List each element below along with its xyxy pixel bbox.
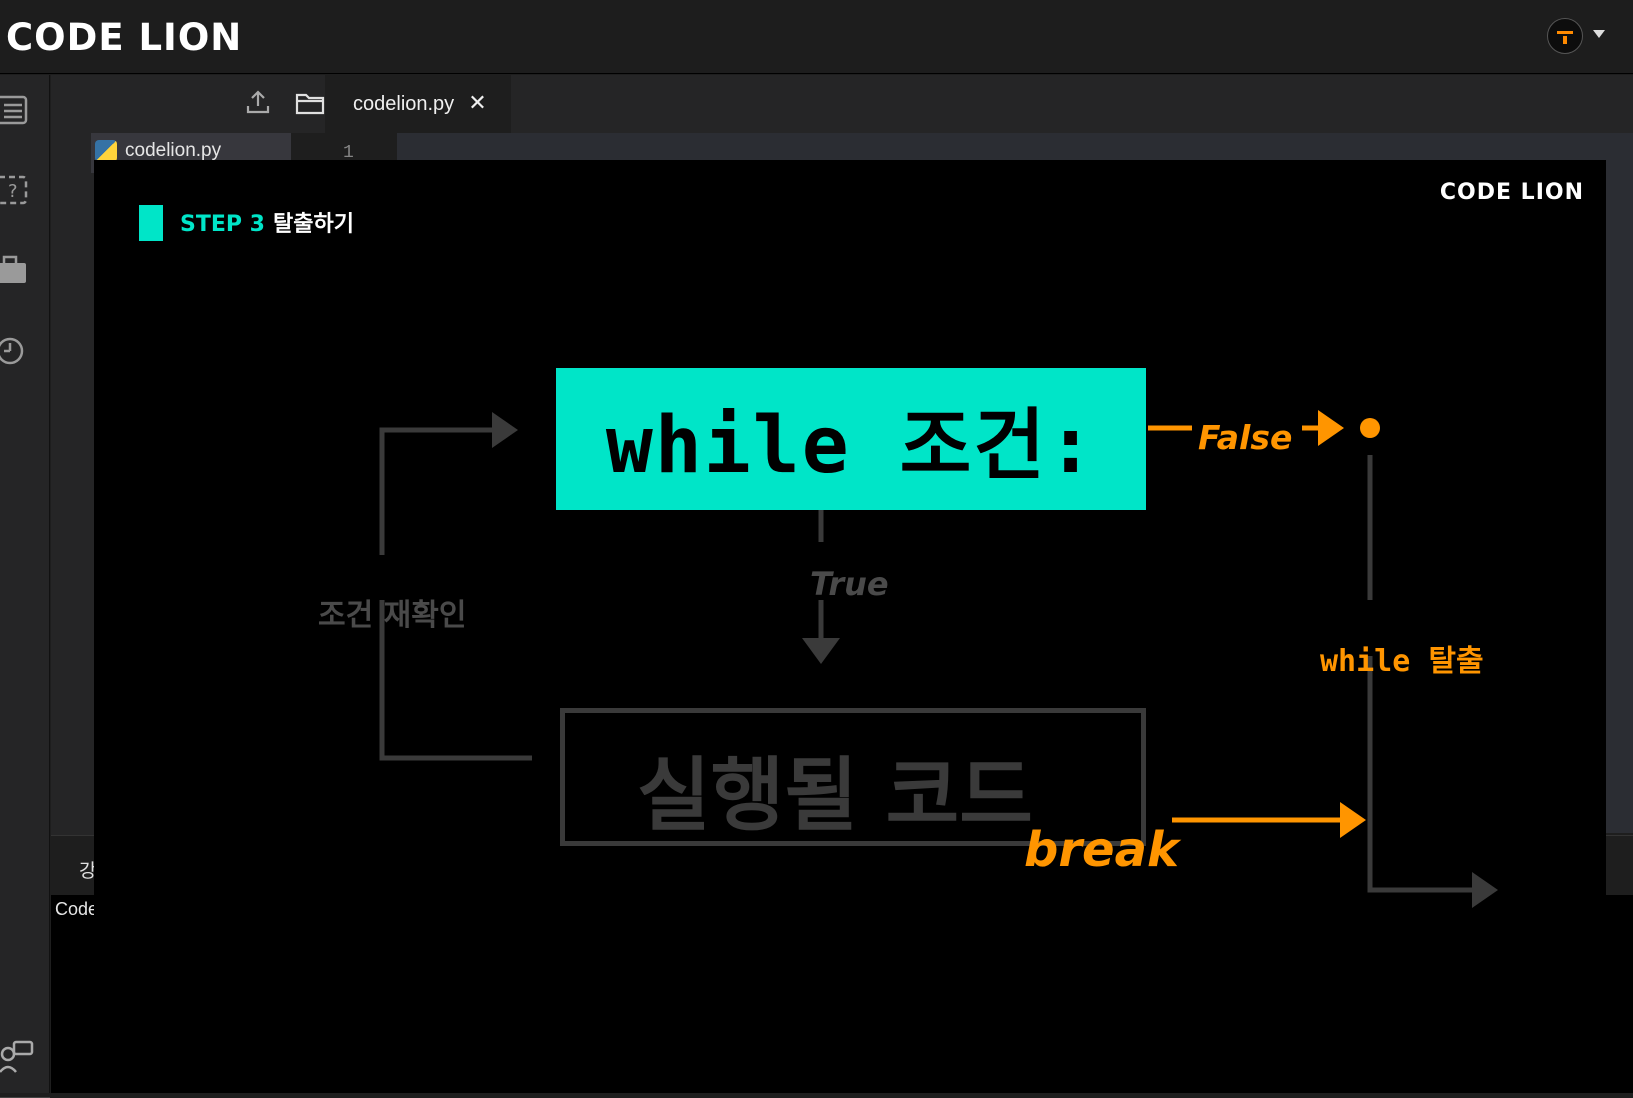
false-arrowhead [1318,410,1344,446]
editor-tabs: codelion.py ✕ [291,75,1633,133]
python-file-icon [95,140,117,162]
loop-back-arrowhead [492,412,518,448]
folder-icon[interactable] [295,89,325,117]
tab-label: codelion.py [353,92,455,115]
break-label: break [1024,822,1179,878]
false-label: False [1198,418,1293,457]
console-text: Code [55,899,99,919]
activity-rail: ? [0,75,50,1098]
video-player[interactable]: STEP 3 탈출하기 CODE LION while 조건: 실행될 코드 Fa… [94,160,1606,1010]
recheck-label: 조건 재확인 [318,598,467,633]
upload-icon[interactable] [245,89,271,115]
history-icon[interactable] [0,333,30,365]
tab-codelion-py[interactable]: codelion.py ✕ [325,75,511,133]
svg-text:?: ? [8,181,18,202]
exit-arrowhead [1472,872,1498,908]
break-arrowhead [1340,802,1366,838]
briefcase-icon[interactable] [0,253,30,285]
code-block-text: 실행될 코드 [637,749,1033,842]
file-name: codelion.py [125,140,222,161]
help-icon[interactable]: ? [0,173,30,205]
while-condition-text: while 조건: [605,401,1097,491]
escape-label: while 탈출 [1320,644,1484,679]
list-icon[interactable] [0,93,30,125]
top-bar: CODE LION [0,0,1633,74]
true-label: True [810,565,889,603]
avatar-icon[interactable] [1547,18,1583,54]
true-arrowhead [802,638,840,664]
exit-dot [1360,418,1380,438]
brand-logo[interactable]: CODE LION [6,12,242,62]
chat-icon[interactable] [0,1040,36,1080]
chevron-down-icon[interactable] [1593,30,1605,38]
avatar-face [1557,31,1573,44]
brand-text: CODE LION [6,15,243,59]
close-icon[interactable]: ✕ [468,93,486,115]
while-condition-box: while 조건: [556,368,1146,510]
